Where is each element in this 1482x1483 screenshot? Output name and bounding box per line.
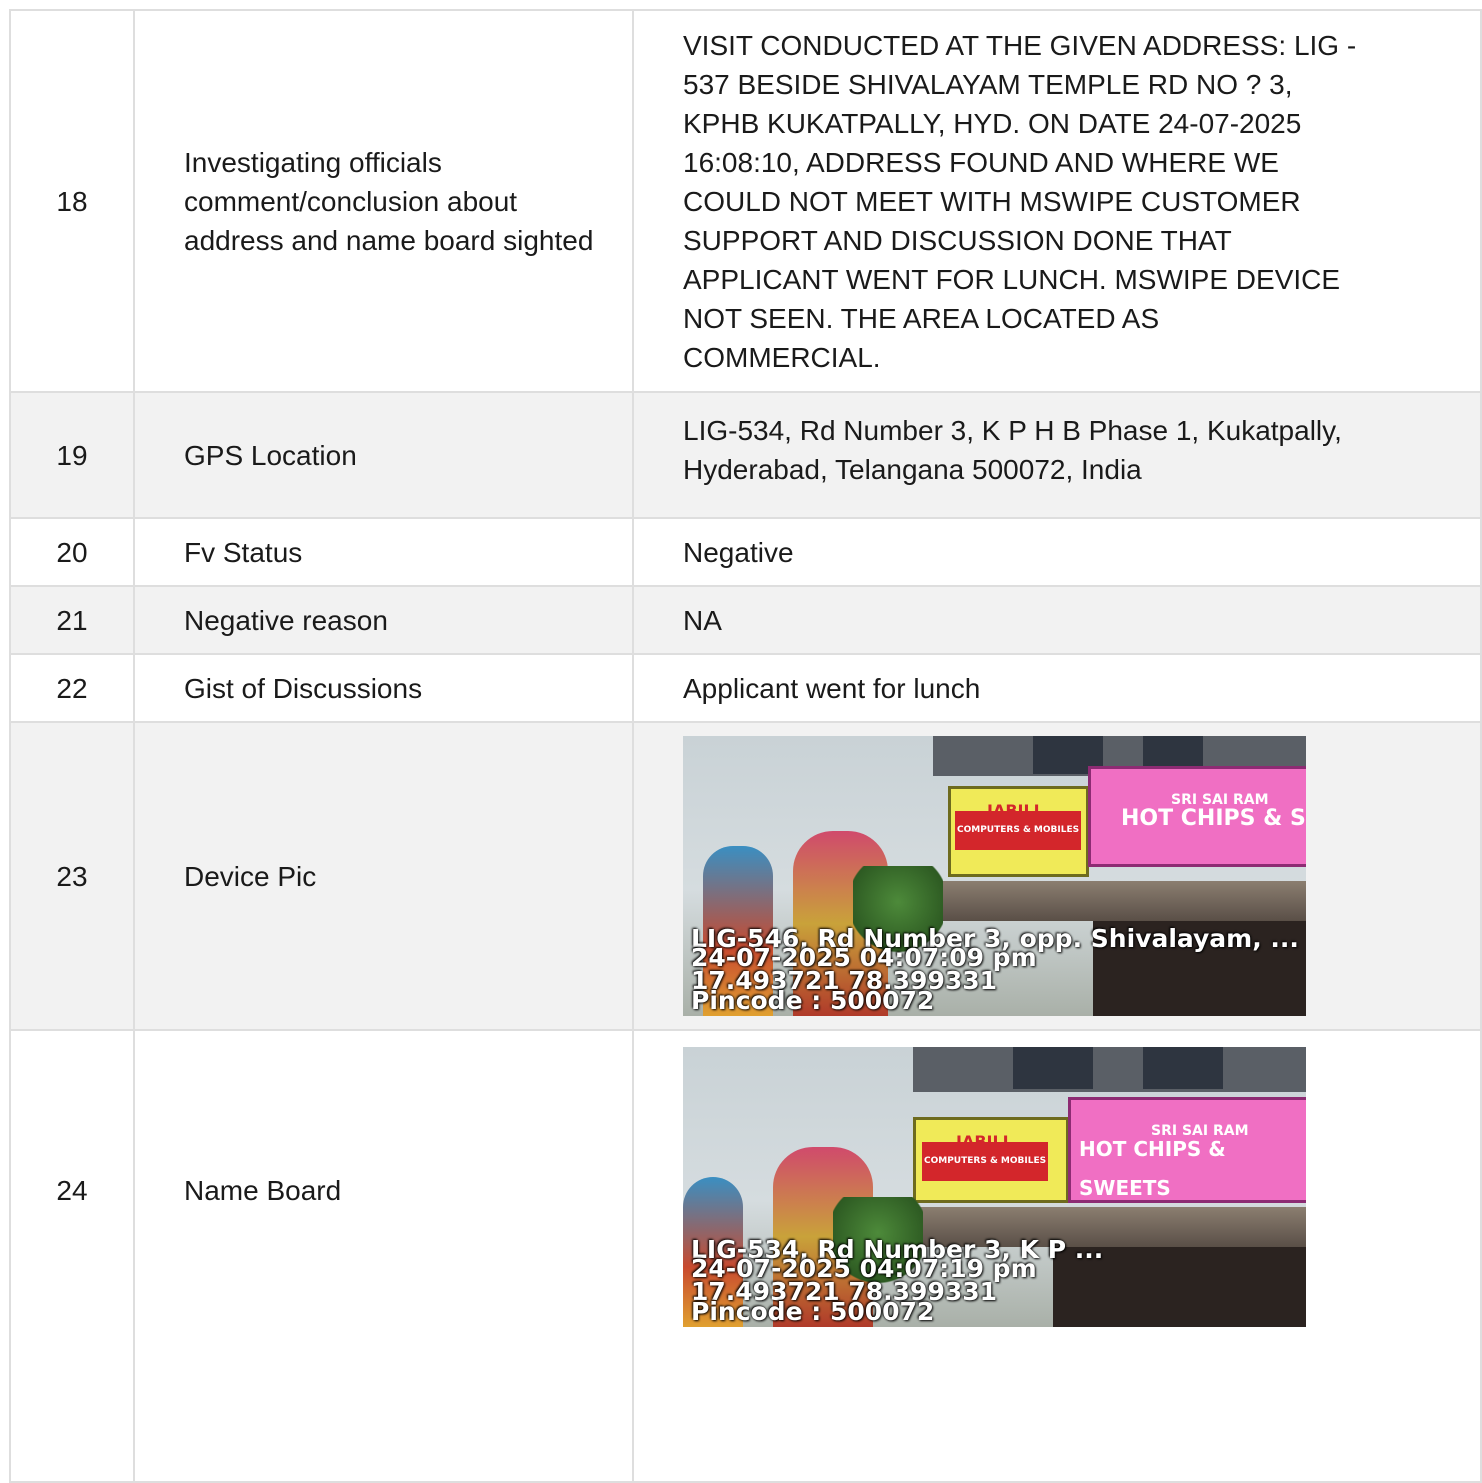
device-photo[interactable]: JABILI COMPUTERS & MOBILES SRI SAI RAM H… — [683, 736, 1306, 1016]
table-row: 20 Fv Status Negative — [9, 517, 1482, 587]
sign-text: HOT CHIPS & SWEETS — [1079, 1137, 1226, 1200]
row-number: 19 — [9, 391, 135, 519]
row-label: Investigating officials comment/conclusi… — [133, 9, 634, 393]
hot-chips-sign: SRI SAI RAM HOT CHIPS & SWEETS — [1068, 1097, 1306, 1203]
row-number: 20 — [9, 517, 135, 587]
table-row: 19 GPS Location LIG-534, Rd Number 3, K … — [9, 391, 1482, 519]
gist-value: Applicant went for lunch — [632, 653, 1482, 723]
gps-location-text: LIG-534, Rd Number 3, K P H B Phase 1, K… — [683, 415, 1342, 485]
row-label: GPS Location — [133, 391, 634, 519]
row-label: Negative reason — [133, 585, 634, 655]
table-row: 22 Gist of Discussions Applicant went fo… — [9, 653, 1482, 723]
row-number: 23 — [9, 721, 135, 1031]
officials-comment-text: VISIT CONDUCTED AT THE GIVEN ADDRESS: LI… — [683, 29, 1357, 373]
sign-text: COMPUTERS & MOBILES — [955, 811, 1082, 850]
row-number: 22 — [9, 653, 135, 723]
table-row: 23 Device Pic JABILI COMPUTERS & MOBILES… — [9, 721, 1482, 1031]
sign-text: HOT CHIPS & S — [1121, 806, 1306, 831]
row-value: JABILI COMPUTERS & MOBILES SRI SAI RAM H… — [632, 1029, 1482, 1483]
fv-status-value: Negative — [632, 517, 1482, 587]
jabili-sign: JABILI COMPUTERS & MOBILES — [948, 786, 1089, 877]
row-number: 21 — [9, 585, 135, 655]
shop-awning — [928, 881, 1306, 921]
hot-chips-sign: SRI SAI RAM HOT CHIPS & S — [1088, 766, 1306, 867]
verification-report-table: 18 Investigating officials comment/concl… — [9, 9, 1482, 1483]
row-value: VISIT CONDUCTED AT THE GIVEN ADDRESS: LI… — [632, 9, 1482, 393]
sign-text: COMPUTERS & MOBILES — [922, 1142, 1049, 1181]
name-board-photo[interactable]: JABILI COMPUTERS & MOBILES SRI SAI RAM H… — [683, 1047, 1306, 1327]
photo-caption-pincode: Pincode : 500072 — [691, 986, 935, 1015]
row-label: Device Pic — [133, 721, 634, 1031]
window — [1013, 1047, 1093, 1089]
row-label: Name Board — [133, 1029, 634, 1483]
row-label: Gist of Discussions — [133, 653, 634, 723]
building-facade — [913, 1047, 1306, 1092]
row-value: JABILI COMPUTERS & MOBILES SRI SAI RAM H… — [632, 721, 1482, 1031]
row-number: 18 — [9, 9, 135, 393]
row-label: Fv Status — [133, 517, 634, 587]
row-number: 24 — [9, 1029, 135, 1483]
jabili-sign: JABILI COMPUTERS & MOBILES — [913, 1117, 1069, 1203]
table-row: 24 Name Board JABILI COMPUTERS & MOBILES… — [9, 1029, 1482, 1483]
table-row: 18 Investigating officials comment/concl… — [9, 9, 1482, 393]
window — [1143, 1047, 1223, 1089]
table-row: 21 Negative reason NA — [9, 585, 1482, 655]
negative-reason-value: NA — [632, 585, 1482, 655]
row-value: LIG-534, Rd Number 3, K P H B Phase 1, K… — [632, 391, 1482, 519]
photo-caption-pincode: Pincode : 500072 — [691, 1297, 935, 1326]
